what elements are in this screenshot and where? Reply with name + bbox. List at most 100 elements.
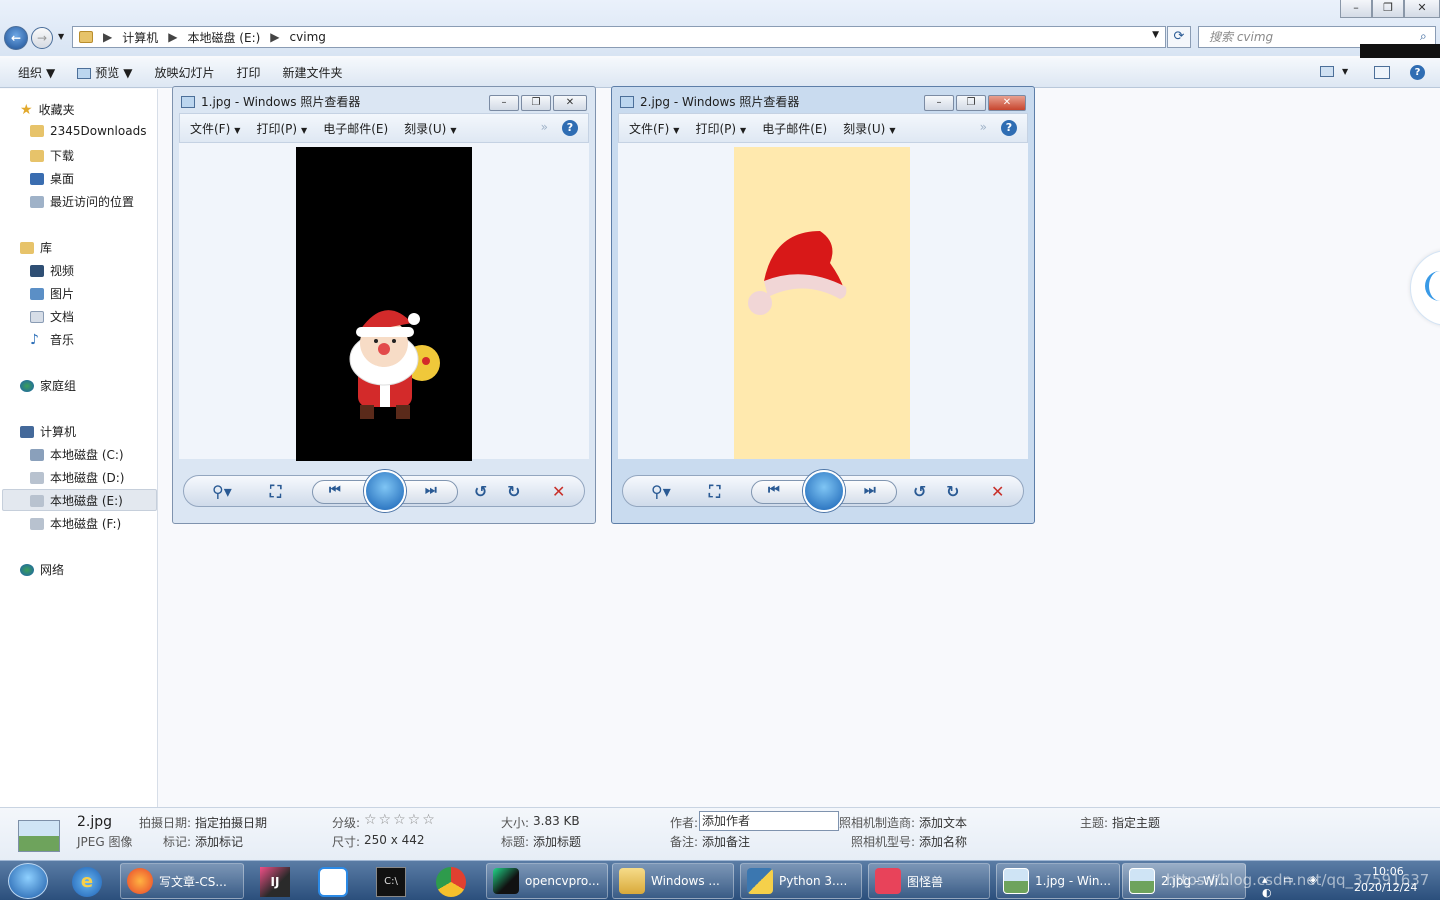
- sidebar-item-music[interactable]: ♪ 音乐: [30, 331, 74, 348]
- internet-explorer-icon[interactable]: e: [72, 867, 102, 897]
- menu-print[interactable]: 打印(P) ▼: [695, 120, 746, 137]
- organize-menu[interactable]: 组织 ▼: [18, 64, 55, 81]
- chrome-icon[interactable]: [436, 867, 466, 897]
- back-button[interactable]: ←: [4, 26, 28, 50]
- taskbar-item-python[interactable]: Python 3....: [740, 863, 862, 899]
- preview-pane-icon[interactable]: [1374, 66, 1390, 79]
- sidebar-computer[interactable]: 计算机: [20, 423, 76, 440]
- zoom-icon[interactable]: ⚲▾: [212, 482, 232, 501]
- viewer-close-button[interactable]: ✕: [553, 95, 587, 111]
- rotate-left-icon[interactable]: ↺: [913, 482, 926, 501]
- viewer-maximize-button[interactable]: ❐: [956, 95, 986, 111]
- delete-icon[interactable]: ✕: [991, 482, 1004, 501]
- slideshow-button[interactable]: [364, 470, 406, 512]
- comment-value[interactable]: 添加备注: [702, 833, 750, 850]
- viewer-minimize-button[interactable]: –: [489, 95, 519, 111]
- actual-size-icon[interactable]: ⛶: [270, 482, 281, 502]
- sidebar-item-drive-e[interactable]: 本地磁盘 (E:): [30, 492, 123, 509]
- preview-menu[interactable]: 预览 ▼: [77, 64, 133, 81]
- taskbar-item-explorer[interactable]: Windows ...: [612, 863, 734, 899]
- print-button[interactable]: 打印: [237, 64, 261, 81]
- sidebar-item-pictures[interactable]: 图片: [30, 285, 74, 302]
- menu-print[interactable]: 打印(P) ▼: [256, 120, 307, 137]
- sidebar-item-documents[interactable]: 文档: [30, 308, 74, 325]
- santa-hat-image: [748, 231, 847, 315]
- sidebar-network[interactable]: 网络: [20, 561, 64, 578]
- sidebar-item-desktop[interactable]: 桌面: [30, 170, 74, 187]
- recent-pages-dropdown[interactable]: ▼: [58, 32, 64, 41]
- sidebar-library[interactable]: 库: [20, 239, 52, 256]
- minimize-button[interactable]: –: [1340, 0, 1372, 18]
- tags-value[interactable]: 添加标记: [195, 833, 243, 850]
- subject-value[interactable]: 指定主题: [1112, 814, 1160, 831]
- viewer-close-button[interactable]: ✕: [988, 95, 1026, 111]
- start-button[interactable]: [8, 863, 48, 899]
- menu-file[interactable]: 文件(F) ▼: [629, 120, 679, 137]
- menu-file[interactable]: 文件(F) ▼: [190, 120, 240, 137]
- previous-icon[interactable]: ⏮: [768, 483, 780, 498]
- view-options-icon[interactable]: [1320, 66, 1334, 77]
- breadcrumb-drive-e[interactable]: 本地磁盘 (E:): [187, 29, 260, 46]
- overflow-chevron-icon[interactable]: »: [541, 120, 548, 134]
- viewer-maximize-button[interactable]: ❐: [521, 95, 551, 111]
- forward-button[interactable]: →: [31, 27, 53, 49]
- title-value[interactable]: 添加标题: [533, 833, 581, 850]
- zoom-icon[interactable]: ⚲▾: [651, 482, 671, 501]
- sidebar-item-2345downloads[interactable]: 2345Downloads: [30, 124, 146, 138]
- sidebar-item-videos[interactable]: 视频: [30, 262, 74, 279]
- rotate-left-icon[interactable]: ↺: [474, 482, 487, 501]
- address-dropdown-icon[interactable]: ▼: [1152, 30, 1159, 40]
- menu-burn[interactable]: 刻录(U) ▼: [843, 120, 895, 137]
- delete-icon[interactable]: ✕: [552, 482, 565, 501]
- camera-maker-value[interactable]: 添加文本: [919, 814, 967, 831]
- sidebar-item-downloads[interactable]: 下载: [30, 147, 74, 164]
- library-icon: [20, 241, 34, 254]
- viewer-minimize-button[interactable]: –: [924, 95, 954, 111]
- author-input[interactable]: 添加作者: [699, 811, 839, 831]
- close-button[interactable]: ✕: [1404, 0, 1440, 18]
- breadcrumb-cvimg[interactable]: cvimg: [290, 30, 326, 44]
- camera-model-value[interactable]: 添加名称: [919, 833, 967, 850]
- menu-email[interactable]: 电子邮件(E): [323, 120, 388, 137]
- next-icon[interactable]: ⏭: [864, 483, 876, 498]
- menu-email[interactable]: 电子邮件(E): [762, 120, 827, 137]
- rotate-right-icon[interactable]: ↻: [507, 482, 520, 501]
- sidebar-item-drive-c[interactable]: 本地磁盘 (C:): [30, 446, 124, 463]
- floating-assistant-icon[interactable]: [1410, 250, 1440, 326]
- help-icon[interactable]: ?: [562, 120, 578, 136]
- taskbar-item-pycharm[interactable]: opencvpro...: [486, 863, 608, 899]
- taskbar-item-viewer-1[interactable]: 1.jpg - Win...: [996, 863, 1120, 899]
- rotate-right-icon[interactable]: ↻: [946, 482, 959, 501]
- view-options-dropdown-icon[interactable]: ▼: [1342, 67, 1348, 76]
- date-label: 拍摄日期:: [139, 816, 192, 830]
- breadcrumb[interactable]: ▶ 计算机 ▶ 本地磁盘 (E:) ▶ cvimg ▼: [72, 26, 1166, 48]
- sidebar-item-recent[interactable]: 最近访问的位置: [30, 193, 134, 210]
- sidebar-homegroup[interactable]: 家庭组: [20, 377, 76, 394]
- maximize-button[interactable]: ❐: [1372, 0, 1404, 18]
- rating-stars[interactable]: ☆☆☆☆☆: [364, 812, 437, 828]
- new-folder-button[interactable]: 新建文件夹: [283, 64, 343, 81]
- actual-size-icon[interactable]: ⛶: [709, 482, 720, 502]
- documents-icon: [30, 310, 44, 323]
- date-value[interactable]: 指定拍摄日期: [195, 814, 267, 831]
- viewer-control-bar: ⚲▾ ⛶ ⏮ ⏭ ↺ ↻ ✕: [183, 470, 585, 512]
- taskbar-item-tuguaishou[interactable]: 图怪兽: [868, 863, 990, 899]
- sidebar-item-drive-f[interactable]: 本地磁盘 (F:): [30, 515, 121, 532]
- breadcrumb-computer[interactable]: 计算机: [122, 29, 158, 46]
- menu-burn[interactable]: 刻录(U) ▼: [404, 120, 456, 137]
- sidebar-favorites[interactable]: ★ 收藏夹: [20, 101, 75, 118]
- overflow-chevron-icon[interactable]: »: [980, 120, 987, 134]
- taskbar-item-firefox[interactable]: 写文章-CS...: [120, 863, 244, 899]
- photo-viewer-window-1: 1.jpg - Windows 照片查看器 – ❐ ✕ 文件(F) ▼ 打印(P)…: [172, 86, 596, 524]
- refresh-button[interactable]: ⟳: [1167, 26, 1191, 48]
- previous-icon[interactable]: ⏮: [329, 483, 341, 498]
- baidu-netdisk-icon[interactable]: [318, 867, 348, 897]
- help-icon[interactable]: ?: [1410, 65, 1425, 80]
- slideshow-button[interactable]: 放映幻灯片: [155, 64, 215, 81]
- intellij-icon[interactable]: IJ: [260, 867, 290, 897]
- help-icon[interactable]: ?: [1001, 120, 1017, 136]
- slideshow-button[interactable]: [803, 470, 845, 512]
- sidebar-item-drive-d[interactable]: 本地磁盘 (D:): [30, 469, 124, 486]
- terminal-icon[interactable]: C:\: [376, 867, 406, 897]
- next-icon[interactable]: ⏭: [425, 483, 437, 498]
